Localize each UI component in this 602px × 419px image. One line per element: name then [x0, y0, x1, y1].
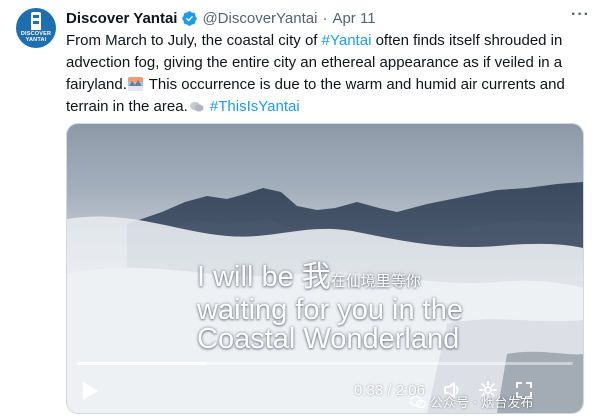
lighthouse-icon: [31, 12, 41, 30]
tweet-date[interactable]: Apr 11: [332, 10, 375, 27]
watermark-text: 公众号 · 烟台发布: [430, 396, 534, 411]
more-options-icon[interactable]: ···: [571, 6, 590, 24]
wechat-icon: [410, 395, 426, 408]
subtitle-line-1-zh-small: 在仙境里等你: [330, 272, 421, 290]
video-progress-fill: [77, 362, 207, 365]
hashtag-thisisyantai[interactable]: #ThisIsYantai: [210, 98, 300, 115]
avatar[interactable]: DISCOVER YANTAI: [16, 8, 56, 48]
subtitle-line-3: Coastal Wonderland: [197, 323, 460, 355]
video-progress-bar[interactable]: [77, 362, 573, 365]
foggy-landscape-emoji-icon: [127, 77, 143, 91]
tweet-header: Discover Yantai @DiscoverYantai · Apr 11…: [66, 6, 590, 28]
hashtag-yantai[interactable]: #Yantai: [322, 32, 372, 49]
author-handle[interactable]: @DiscoverYantai: [202, 10, 317, 27]
separator-dot: ·: [322, 9, 328, 27]
tweet-text-part1: From March to July, the coastal city of: [66, 32, 322, 49]
subtitle-line-1-en: I will be: [197, 261, 302, 293]
time-separator: /: [383, 382, 396, 399]
subtitle-line-1-zh-big: 我: [301, 259, 331, 293]
watermark: 公众号 · 烟台发布: [410, 392, 533, 411]
play-icon[interactable]: [81, 381, 99, 401]
subtitle-line-1: I will be 我在仙境里等你: [197, 262, 463, 296]
fog-emoji-icon: [189, 102, 204, 112]
verified-badge-icon: [182, 10, 198, 26]
author-name[interactable]: Discover Yantai: [66, 10, 177, 27]
video-player[interactable]: I will be 我在仙境里等你 waiting for you in the…: [66, 123, 584, 414]
avatar-text: DISCOVER YANTAI: [20, 31, 52, 43]
current-time: 0:33: [354, 382, 384, 399]
tweet-body: From March to July, the coastal city of …: [66, 30, 592, 118]
subtitle-line-2: waiting for you in the: [197, 294, 463, 326]
video-subtitle: I will be 我在仙境里等你 waiting for you in the…: [197, 262, 463, 354]
